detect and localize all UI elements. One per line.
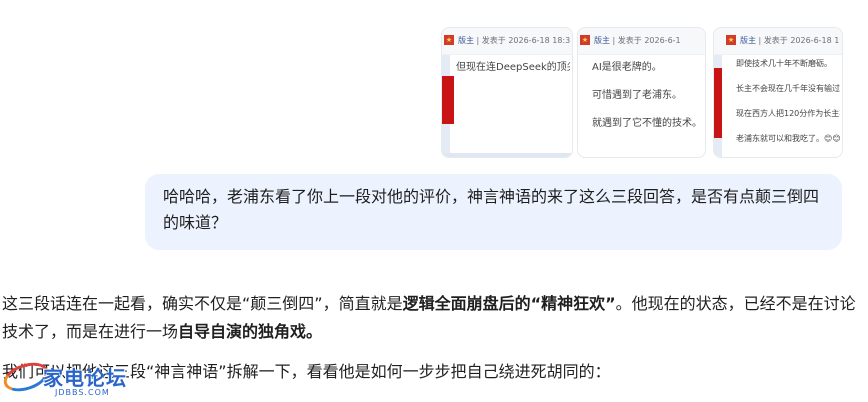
- post-line: 现在西方人把120分作为长主不: [736, 109, 840, 118]
- post-line: AI是很老牌的。: [592, 62, 662, 73]
- screenshot-thumbnail-2[interactable]: ★ 版主 | 发表于 2026-6-1 AI是很老牌的。 可惜遇到了老浦东。 就…: [577, 27, 706, 158]
- post-author: 版主: [740, 36, 756, 45]
- post-line: 长主不会现在几千年没有输过了: [736, 84, 840, 93]
- response-text: 这三段话连在一起看，确实不仅是“颠三倒四”，简直就是: [2, 294, 403, 313]
- post-body: 但现在连DeepSeek的顶尖专家都请教了。: [456, 58, 570, 86]
- post-author: 版主: [458, 36, 474, 45]
- avatar: ★: [580, 35, 590, 45]
- watermark-name: 家电论坛: [43, 366, 127, 390]
- post-line: 就遇到了它不懂的技术。: [592, 118, 702, 129]
- post-time: 发表于 2026-6-18 19:30: [763, 36, 840, 45]
- post-line: 即使技术几十年不断磨砺。: [736, 59, 832, 68]
- post-time: 发表于 2026-6-1: [617, 36, 681, 45]
- thumbnail-footer: [442, 153, 572, 157]
- avatar: ★: [726, 35, 736, 45]
- avatar: ★: [444, 35, 454, 45]
- post-line: 可惜遇到了老浦东。: [592, 90, 682, 101]
- post-meta: 版主 | 发表于 2026-6-18 18:30: [458, 35, 570, 46]
- red-banner: [714, 68, 722, 138]
- watermark-logo: 家电论坛 JDBBS.COM: [0, 357, 133, 400]
- post-time: 发表于 2026-6-18 18:30: [481, 36, 570, 45]
- response-text: 。: [306, 322, 323, 341]
- red-banner: [442, 76, 454, 124]
- post-meta: 版主 | 发表于 2026-6-1: [594, 36, 681, 45]
- screenshot-thumbnail-1[interactable]: ★ 版主 | 发表于 2026-6-18 18:30 但现在连DeepSeek的…: [441, 27, 573, 158]
- post-body: AI是很老牌的。 可惜遇到了老浦东。 就遇到了它不懂的技术。: [592, 58, 703, 142]
- response-emphasis: 逻辑全面崩盘后的“精神狂欢”: [402, 294, 616, 313]
- screenshot-thumbnail-3[interactable]: ★ 版主 | 发表于 2026-6-18 19:30 即使技术几十年不断磨砺。 …: [713, 27, 843, 158]
- post-line: 老浦东就可以和我吃了。😊😊: [736, 134, 840, 143]
- post-line: 但现在连DeepSeek的顶尖专家都请教了。: [456, 62, 570, 73]
- post-meta: 版主 | 发表于 2026-6-18 19:30: [740, 35, 840, 46]
- user-message-bubble: 哈哈哈，老浦东看了你上一段对他的评价，神言神语的来了这么三段回答，是否有点颠三倒…: [145, 174, 842, 250]
- response-paragraph-1: 这三段话连在一起看，确实不仅是“颠三倒四”，简直就是逻辑全面崩盘后的“精神狂欢”…: [2, 290, 860, 346]
- response-emphasis: 自导自演的独角戏: [178, 322, 307, 341]
- post-body: 即使技术几十年不断磨砺。 长主不会现在几千年没有输过了 现在西方人把120分作为…: [736, 58, 840, 157]
- post-author: 版主: [594, 36, 610, 45]
- user-message-text: 哈哈哈，老浦东看了你上一段对他的评价，神言神语的来了这么三段回答，是否有点颠三倒…: [163, 187, 820, 232]
- watermark-domain: JDBBS.COM: [55, 388, 110, 397]
